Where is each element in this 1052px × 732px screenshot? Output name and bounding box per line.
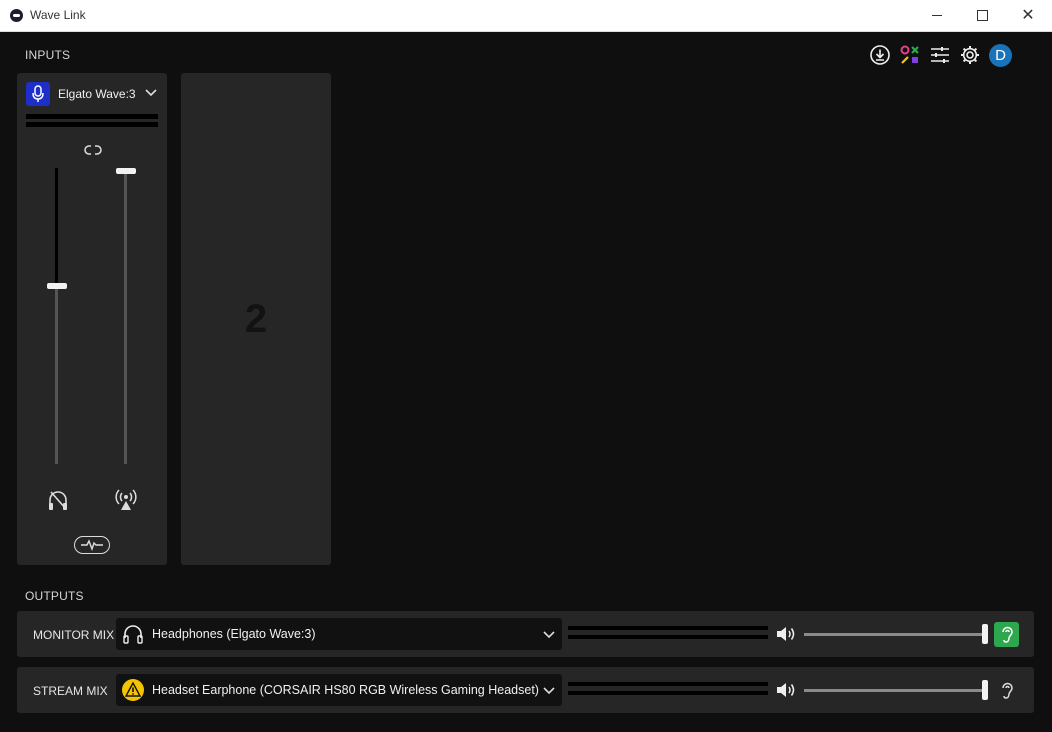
warning-icon <box>122 679 144 701</box>
monitor-mute-headphones-icon[interactable] <box>46 488 70 512</box>
waveform-icon <box>81 539 103 552</box>
stream-listen-toggle[interactable] <box>994 678 1019 703</box>
monitor-volume-handle[interactable] <box>982 624 988 644</box>
input-device-name[interactable]: Elgato Wave:3 <box>58 87 136 101</box>
chevron-down-icon[interactable] <box>144 85 158 99</box>
channel-slot-number: 2 <box>244 296 268 341</box>
input-level-meter-left <box>26 114 158 119</box>
stream-volume-slider[interactable] <box>804 689 987 692</box>
close-icon: ✕ <box>1021 6 1035 24</box>
stream-mix-fader-track[interactable] <box>124 168 127 464</box>
effects-button[interactable] <box>74 536 110 554</box>
microphone-badge[interactable] <box>26 82 50 106</box>
close-button[interactable]: ✕ <box>1005 0 1051 31</box>
stream-output-device-select[interactable]: Headset Earphone (CORSAIR HS80 RGB Wirel… <box>116 674 562 706</box>
speaker-volume-icon[interactable] <box>775 625 797 643</box>
stream-mix-row: STREAM MIX Headset Earphone (CORSAIR HS8… <box>17 667 1034 713</box>
monitor-mix-label: MONITOR MIX <box>33 628 115 642</box>
chevron-down-icon <box>543 687 555 695</box>
monitor-output-device-select[interactable]: Headphones (Elgato Wave:3) <box>116 618 562 650</box>
headphones-icon <box>123 625 143 644</box>
mixer-settings-icon[interactable] <box>929 44 951 66</box>
input-channel-2-empty[interactable]: 2 <box>181 73 331 565</box>
window-title: Wave Link <box>30 8 86 22</box>
microphone-icon <box>32 85 44 102</box>
title-bar: Wave Link ✕ <box>0 0 1052 32</box>
ear-icon <box>1001 682 1013 699</box>
monitor-mix-fader-unfilled <box>55 168 58 287</box>
input-level-meter-right <box>26 122 158 127</box>
monitor-output-device-name: Headphones (Elgato Wave:3) <box>152 627 316 641</box>
stream-level-meter-left <box>568 682 768 686</box>
stream-mix-label: STREAM MIX <box>33 684 108 698</box>
speaker-volume-icon[interactable] <box>775 681 797 699</box>
stream-mute-broadcast-icon[interactable] <box>114 488 138 512</box>
maximize-button[interactable] <box>959 0 1005 31</box>
outputs-section-label: OUTPUTS <box>25 589 84 603</box>
monitor-volume-slider[interactable] <box>804 633 987 636</box>
stream-output-device-name: Headset Earphone (CORSAIR HS80 RGB Wirel… <box>152 683 539 697</box>
maximize-icon <box>976 10 988 21</box>
chevron-down-icon <box>543 631 555 639</box>
monitor-level-meter-right <box>568 635 768 639</box>
monitor-mix-fader-handle[interactable] <box>47 283 67 290</box>
monitor-mix-row: MONITOR MIX Headphones (Elgato Wave:3) <box>17 611 1034 657</box>
ear-icon <box>1001 626 1013 643</box>
gear-icon[interactable] <box>959 44 981 66</box>
user-avatar[interactable]: D <box>989 44 1012 67</box>
stream-level-meter-right <box>568 691 768 695</box>
minimize-icon <box>932 15 942 16</box>
wave-link-app-icon <box>10 9 23 22</box>
marketplace-icon[interactable] <box>899 44 921 66</box>
monitor-level-meter-left <box>568 626 768 630</box>
minimize-button[interactable] <box>914 0 960 31</box>
download-icon[interactable] <box>869 44 891 66</box>
stream-mix-fader-handle[interactable] <box>116 167 136 174</box>
link-faders-icon[interactable] <box>84 144 102 156</box>
inputs-section-label: INPUTS <box>25 48 71 62</box>
avatar-letter: D <box>995 47 1006 64</box>
input-channel-1: Elgato Wave:3 <box>17 73 167 565</box>
stream-volume-handle[interactable] <box>982 680 988 700</box>
monitor-listen-toggle[interactable] <box>994 622 1019 647</box>
